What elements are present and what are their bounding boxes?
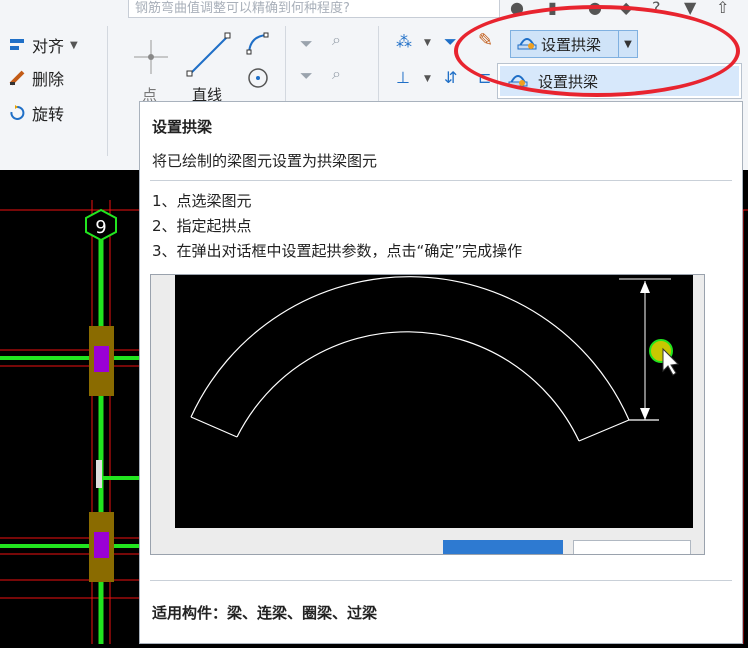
title-bar: 钢筋弯曲值调整可以精确到何种程度? ● ▮ ● ◆ ? ▼ ⇧ (0, 0, 748, 22)
tooltip-description: 将已绘制的梁图元设置为拱梁图元 (152, 152, 378, 170)
align-icon (8, 36, 26, 54)
help-icon[interactable]: ? (652, 0, 661, 17)
align-label: 对齐 (32, 37, 65, 56)
rotate-icon (8, 104, 26, 122)
preview-canvas (175, 275, 693, 528)
arch-beam-icon (508, 70, 528, 92)
filter-icon[interactable]: ⏷ (300, 34, 313, 54)
find-icon[interactable]: ⌕ (332, 64, 341, 84)
elevation-tool-icon[interactable]: ⊥ (396, 68, 410, 87)
command-tooltip: 设置拱梁 将已绘制的梁图元设置为拱梁图元 1、点选梁图元 2、指定起拱点 3、在… (139, 101, 743, 644)
merge-tool-icon[interactable]: ⇵ (444, 68, 457, 87)
chat-icon[interactable]: ● (588, 0, 602, 17)
rotate-button[interactable]: 旋转 (8, 100, 64, 126)
divider (150, 180, 732, 181)
filter-select-icon[interactable]: ⏷ (300, 66, 313, 86)
delete-button[interactable]: 删除 (8, 65, 64, 91)
circle-icon[interactable] (246, 66, 270, 94)
grid-tool-icon[interactable]: ⁂ (396, 32, 412, 51)
line-icon[interactable] (186, 32, 232, 82)
delete-label: 删除 (32, 70, 65, 89)
search-select-icon[interactable]: ⌕ (332, 30, 341, 50)
user-icon[interactable]: ● (510, 0, 524, 17)
chevron-down-icon[interactable]: ▼ (424, 74, 431, 84)
help-search-input[interactable]: 钢筋弯曲值调整可以精确到何种程度? (128, 0, 500, 18)
divider (150, 580, 732, 581)
menu-item-label: 设置拱梁 (538, 72, 599, 91)
menu-item-set-arch-beam[interactable]: 设置拱梁 (500, 66, 739, 96)
chevron-down-icon: ▼ (70, 39, 78, 51)
tooltip-preview-image (150, 274, 705, 555)
wrench-icon[interactable]: ✎ (478, 30, 493, 51)
upload-icon[interactable]: ⇧ (716, 0, 729, 17)
point-icon[interactable] (134, 40, 168, 78)
tooltip-step: 1、点选梁图元 (152, 192, 252, 210)
tooltip-title: 设置拱梁 (152, 118, 213, 136)
set-arch-beam-label: 设置拱梁 (541, 35, 602, 54)
tooltip-applies-to: 适用构件：梁、连梁、圈梁、过梁 (152, 604, 378, 622)
shirt-icon[interactable]: ▼ (684, 0, 696, 17)
split-tool-icon[interactable]: ⊏ (478, 68, 491, 87)
arch-beam-dropdown: 设置拱梁 (497, 63, 742, 99)
arch-beam-icon (517, 33, 537, 55)
bell-icon[interactable]: ▮ (548, 0, 557, 17)
eraser-icon (8, 69, 26, 87)
align-button[interactable]: 对齐 ▼ (8, 32, 78, 58)
set-arch-beam-button[interactable]: 设置拱梁 ▼ (510, 30, 638, 58)
axis-label: 9 (95, 217, 106, 238)
preview-cancel-button (573, 540, 691, 554)
arc-icon[interactable] (246, 32, 270, 60)
chevron-down-icon[interactable]: ▼ (424, 38, 431, 48)
rotate-label: 旋转 (32, 105, 65, 124)
tooltip-step: 2、指定起拱点 (152, 217, 252, 235)
divider (107, 26, 108, 156)
robot-icon[interactable]: ◆ (620, 0, 632, 17)
funnel-tool-icon[interactable]: ⏷ (444, 32, 457, 52)
tooltip-step: 3、在弹出对话框中设置起拱参数，点击“确定”完成操作 (152, 242, 523, 260)
preview-ok-button (443, 540, 563, 554)
chevron-down-icon[interactable]: ▼ (618, 31, 637, 57)
